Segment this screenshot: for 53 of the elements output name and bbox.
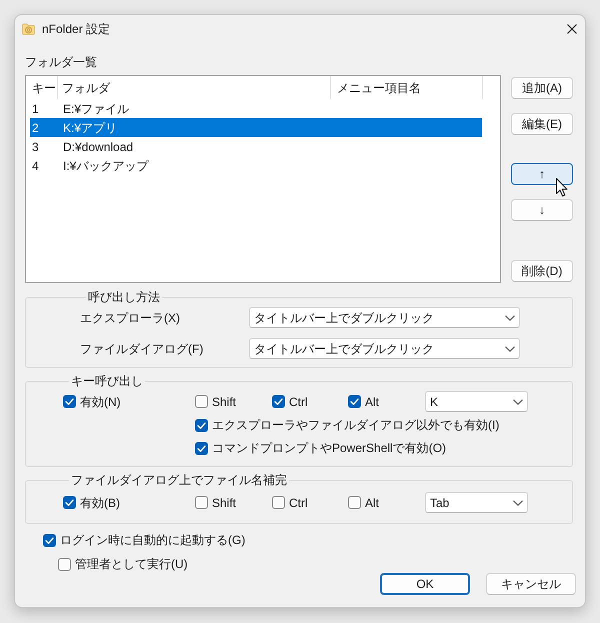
list-row[interactable]: 1 E:¥ファイル: [30, 99, 482, 118]
option-checkbox[interactable]: Shift: [195, 392, 236, 412]
action-button[interactable]: ↓: [511, 199, 573, 221]
chevron-down-icon: [505, 314, 515, 320]
group-title: 呼び出し方法: [87, 290, 161, 304]
section-label: フォルダ一覧: [25, 54, 97, 70]
option-checkbox[interactable]: 管理者として実行(U): [58, 554, 188, 574]
option-checkbox[interactable]: Ctrl: [272, 392, 308, 412]
list-row[interactable]: 4 I:¥バックアップ: [30, 156, 482, 175]
group-title: キー呼び出し: [70, 374, 144, 388]
dropdown[interactable]: タイトルバー上でダブルクリック: [249, 338, 520, 359]
field-label: ファイルダイアログ(F): [80, 342, 204, 356]
list-cell-text: I:¥バックアップ: [62, 158, 150, 174]
list-cell-text: K:¥アプリ: [62, 120, 118, 136]
column-header[interactable]: メニュー項目名: [331, 76, 483, 99]
list-row[interactable]: 3 D:¥download: [30, 137, 482, 156]
option-checkbox[interactable]: 有効(B): [63, 492, 120, 512]
option-checkbox[interactable]: ログイン時に自動的に起動する(G): [43, 530, 246, 550]
list-cell-text: E:¥ファイル: [62, 100, 130, 118]
list-cell-text: 1: [31, 100, 40, 118]
dropdown[interactable]: Tab: [425, 492, 528, 513]
dialog-button[interactable]: OK: [380, 573, 470, 595]
option-checkbox[interactable]: エクスプローラやファイルダイアログ以外でも有効(I): [195, 415, 500, 435]
window-title: nFolder 設定: [42, 20, 110, 38]
option-checkbox[interactable]: Ctrl: [272, 492, 308, 512]
close-button[interactable]: [567, 24, 577, 34]
close-icon: [567, 24, 577, 34]
column-header[interactable]: フォルダ: [58, 76, 331, 99]
column-header[interactable]: キー: [26, 76, 58, 99]
option-checkbox[interactable]: コマンドプロンプトやPowerShellで有効(O): [195, 438, 446, 458]
action-button[interactable]: 編集(E): [511, 113, 573, 135]
mouse-pointer-icon: [556, 178, 568, 197]
group-title: ファイルダイアログ上でファイル名補完: [70, 473, 288, 487]
list-cell-text: D:¥download: [62, 138, 134, 156]
list-cell-text: 4: [31, 158, 40, 174]
action-button[interactable]: ↑: [511, 163, 573, 185]
action-button[interactable]: 削除(D): [511, 260, 573, 282]
list-row[interactable]: 2 K:¥アプリ: [30, 118, 482, 137]
chevron-down-icon: [513, 500, 523, 506]
chevron-down-icon: [505, 346, 515, 352]
action-button[interactable]: 追加(A): [511, 77, 573, 99]
dropdown[interactable]: タイトルバー上でダブルクリック: [249, 307, 520, 328]
folder-icon: [22, 22, 35, 34]
option-checkbox[interactable]: 有効(N): [63, 392, 121, 412]
option-checkbox[interactable]: Alt: [348, 392, 380, 412]
chevron-down-icon: [513, 398, 523, 404]
option-checkbox[interactable]: Shift: [195, 492, 236, 512]
dialog-button[interactable]: キャンセル: [486, 573, 576, 595]
list-cell-text: 2: [31, 120, 40, 136]
option-checkbox[interactable]: Alt: [348, 492, 380, 512]
list-cell-text: 3: [31, 138, 40, 156]
field-label: エクスプローラ(X): [80, 310, 180, 324]
dropdown[interactable]: K: [425, 391, 528, 412]
